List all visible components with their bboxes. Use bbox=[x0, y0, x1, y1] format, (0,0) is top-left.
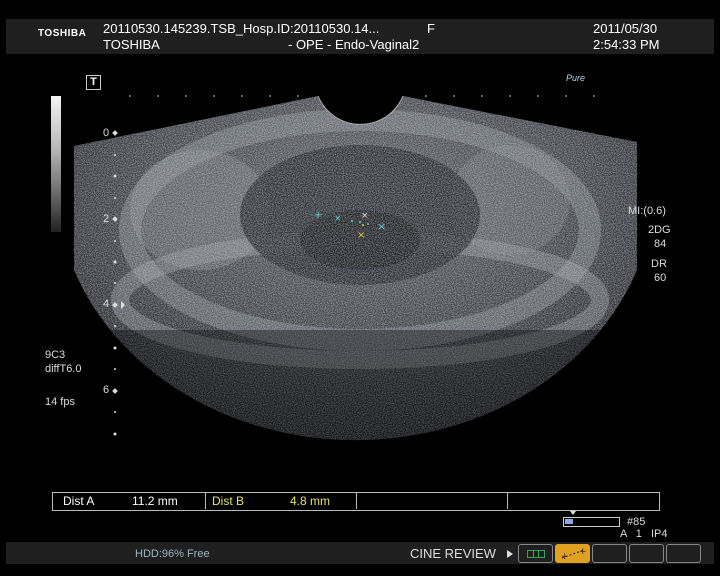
cine-progress-fill bbox=[565, 519, 573, 524]
dr-value: 60 bbox=[654, 272, 667, 284]
study-id: 20110530.145239.TSB_Hosp.ID:20110530.14.… bbox=[103, 21, 380, 36]
play-icon[interactable] bbox=[507, 550, 513, 558]
footer-button-5[interactable] bbox=[666, 544, 701, 563]
mode-2d-label: 2DG bbox=[648, 224, 671, 236]
brand-logo: TOSHIBA bbox=[38, 28, 87, 39]
manufacturer-label: TOSHIBA bbox=[103, 37, 160, 52]
layout-button[interactable] bbox=[518, 544, 553, 563]
frame-rate: 14 fps bbox=[45, 396, 75, 408]
focus-marker-icon bbox=[121, 301, 125, 309]
orientation-marker: T bbox=[86, 75, 101, 90]
exam-date: 2011/05/30 bbox=[593, 21, 658, 36]
measure-divider-2 bbox=[356, 493, 357, 509]
footer-button-3[interactable] bbox=[592, 544, 627, 563]
exam-mode: - OPE - Endo-Vaginal2 bbox=[288, 37, 420, 52]
footer-button-4[interactable] bbox=[629, 544, 664, 563]
layout-icon bbox=[527, 550, 545, 558]
depth-label-2: 2 bbox=[103, 213, 110, 225]
measure-divider-3 bbox=[507, 493, 508, 509]
svg-text:+: + bbox=[561, 552, 569, 560]
dist-a-label: Dist A bbox=[63, 494, 95, 508]
dist-b-label: Dist B bbox=[212, 494, 245, 508]
dist-a-value: 11.2 mm bbox=[132, 494, 178, 508]
caliper-tool-icon: + + bbox=[561, 547, 586, 560]
frame-number: #85 bbox=[627, 516, 646, 528]
patient-sex: F bbox=[427, 21, 435, 36]
exam-time: 2:54:33 PM bbox=[593, 37, 660, 52]
gain-value: 84 bbox=[654, 238, 667, 250]
dist-b-value: 4.8 mm bbox=[290, 494, 331, 508]
pure-logo: Pure bbox=[566, 73, 586, 83]
hdd-status: HDD:96% Free bbox=[135, 548, 210, 560]
measure-divider-1 bbox=[205, 493, 206, 509]
mi-readout: MI:(0.6) bbox=[628, 205, 666, 217]
dr-label: DR bbox=[651, 258, 667, 270]
probe-label: 9C3 bbox=[45, 349, 66, 361]
top-dotted-guide bbox=[113, 95, 595, 436]
image-params: A 1 IP4 bbox=[620, 528, 668, 540]
depth-label-4: 4 bbox=[103, 298, 110, 310]
cine-position-arrow-icon bbox=[570, 511, 576, 515]
measure-tool-button[interactable]: + + bbox=[555, 544, 590, 563]
cine-review-label: CINE REVIEW bbox=[410, 546, 496, 561]
grayscale-bar bbox=[51, 96, 61, 232]
depth-label-0: 0 bbox=[103, 127, 110, 139]
depth-label-6: 6 bbox=[103, 384, 110, 396]
svg-text:+: + bbox=[579, 547, 586, 557]
preset-label: diffT6.0 bbox=[45, 363, 82, 375]
